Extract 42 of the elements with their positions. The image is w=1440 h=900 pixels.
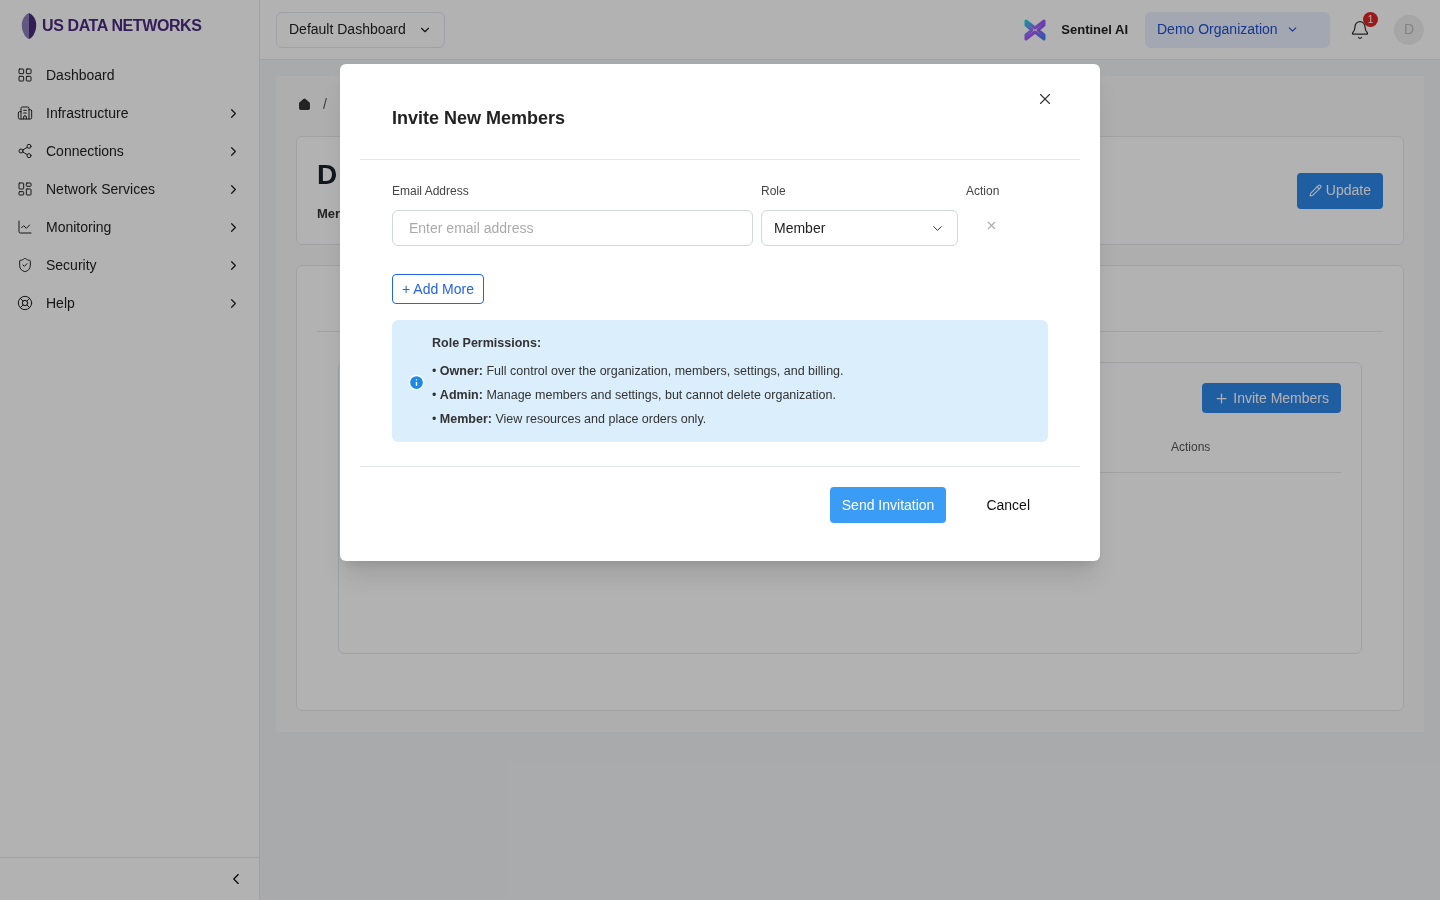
sidebar-item[interactable]: Network Services xyxy=(0,170,259,208)
notification-badge: 1 xyxy=(1363,11,1378,27)
sidebar-item[interactable]: Monitoring xyxy=(0,208,259,246)
email-field[interactable]: Enter email address xyxy=(392,210,753,246)
sidebar-item[interactable]: Connections xyxy=(0,132,259,170)
assistant-name[interactable]: Sentinel AI xyxy=(1061,19,1128,40)
pencil-icon xyxy=(1308,184,1322,197)
dialog-title: Invite New Members xyxy=(392,107,566,130)
permission-text: • Member: View resources and place orders only. xyxy=(432,410,708,428)
column-header: Actions xyxy=(1171,439,1212,456)
organization-select[interactable]: Demo Organization xyxy=(1145,11,1330,48)
field-label: Email Address xyxy=(392,183,470,200)
field-label: Action xyxy=(966,183,1001,200)
sidebar-item[interactable]: Dashboard xyxy=(0,56,259,94)
role-select[interactable]: Member xyxy=(761,210,958,246)
sidebar-item[interactable]: Infrastructure xyxy=(0,94,259,132)
cancel-button[interactable]: Cancel xyxy=(966,487,1050,523)
sidebar-item[interactable]: Help xyxy=(0,284,259,322)
plus-icon xyxy=(1214,390,1230,406)
add-more-button[interactable]: + Add More xyxy=(392,274,484,304)
building-icon xyxy=(17,105,33,121)
bell-icon[interactable] xyxy=(1350,19,1370,40)
line-chart-icon xyxy=(17,219,33,235)
grid-icon xyxy=(17,67,33,83)
dashboard-select[interactable]: Default Dashboard xyxy=(276,11,445,48)
brand-name: US DATA NETWORKS xyxy=(42,16,202,36)
home-icon[interactable] xyxy=(298,97,311,111)
info-icon xyxy=(408,373,425,391)
page-title: D xyxy=(317,161,339,189)
sidebar-item[interactable]: Security xyxy=(0,246,259,284)
permission-text: • Owner: Full control over the organization, members, settings, and billing. xyxy=(432,363,844,381)
sentinel-logo-icon[interactable] xyxy=(1022,17,1049,42)
info-title: Role Permissions: xyxy=(432,334,543,352)
panel-icon xyxy=(17,181,33,197)
page-subtitle: Mer xyxy=(317,207,341,220)
permission-text: • Admin: Manage members and settings, but cannot delete organization. xyxy=(432,387,837,404)
lifebuoy-icon xyxy=(17,295,33,311)
field-label: Role xyxy=(761,183,787,200)
breadcrumb-separator: / xyxy=(323,94,327,114)
logo-icon xyxy=(20,12,38,40)
shield-icon xyxy=(17,257,33,273)
share-icon xyxy=(17,143,33,159)
